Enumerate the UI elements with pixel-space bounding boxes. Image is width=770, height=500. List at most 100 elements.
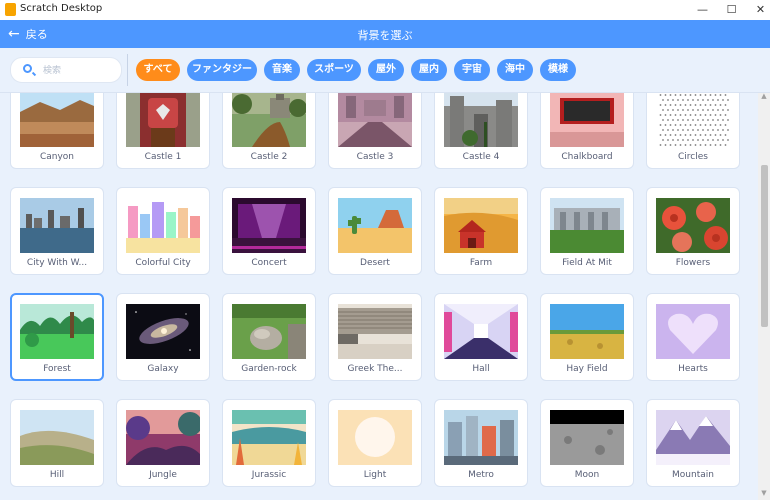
backdrop-name: Forest <box>43 364 71 374</box>
backdrop-card[interactable]: Castle 4 <box>434 93 528 169</box>
tag-3[interactable]: 音楽 <box>264 59 300 81</box>
backdrop-thumbnail <box>338 304 412 359</box>
backdrop-card[interactable]: Hill <box>10 399 104 487</box>
tag-9[interactable]: 模様 <box>540 59 576 81</box>
backdrop-name: Jurassic <box>251 470 287 480</box>
backdrop-name: Hall <box>472 364 490 374</box>
backdrop-card[interactable]: Castle 1 <box>116 93 210 169</box>
backdrop-name: Flowers <box>675 258 711 268</box>
backdrop-thumbnail <box>20 93 94 147</box>
backdrop-thumbnail <box>444 304 518 359</box>
backdrop-name: Hill <box>49 470 65 480</box>
tag-1[interactable]: すべて <box>136 59 180 81</box>
backdrop-card[interactable]: Field At Mit <box>540 187 634 275</box>
backdrop-thumbnail <box>656 410 730 465</box>
backdrop-grid: Canyon Castle 1 Castle 2 Castle 3 Castle 4 Ch… <box>0 93 770 500</box>
backdrop-card[interactable]: Light <box>328 399 422 487</box>
tag-5[interactable]: 屋外 <box>368 59 404 81</box>
tag-8[interactable]: 海中 <box>497 59 533 81</box>
backdrop-card[interactable]: Colorful City <box>116 187 210 275</box>
backdrop-thumbnail <box>232 93 307 147</box>
scroll-up-arrow-icon[interactable]: ▲ <box>758 92 770 102</box>
backdrop-thumbnail <box>232 304 306 359</box>
scratch-app-icon <box>5 3 16 16</box>
backdrop-name: Concert <box>251 258 287 268</box>
backdrop-card[interactable]: Greek The... <box>328 293 422 381</box>
search-box[interactable] <box>10 57 122 83</box>
backdrop-name: Castle 3 <box>356 152 394 162</box>
backdrop-card[interactable]: Flowers <box>646 187 740 275</box>
tag-7[interactable]: 宇宙 <box>454 59 490 81</box>
backdrop-card[interactable]: Circles <box>646 93 740 169</box>
backdrop-thumbnail <box>338 410 412 465</box>
backdrop-name: Mountain <box>672 470 714 480</box>
backdrop-card[interactable]: Concert <box>222 187 316 275</box>
window-titlebar: Scratch Desktop — ☐ ✕ <box>0 0 770 21</box>
search-icon <box>23 64 32 73</box>
backdrop-card[interactable]: Canyon <box>10 93 104 169</box>
backdrop-card[interactable]: Hall <box>434 293 528 381</box>
backdrop-thumbnail <box>338 93 412 147</box>
scroll-down-arrow-icon[interactable]: ▼ <box>758 489 770 499</box>
backdrop-card[interactable]: Metro <box>434 399 528 487</box>
backdrop-card[interactable]: Jurassic <box>222 399 316 487</box>
backdrop-name: Light <box>363 470 387 480</box>
backdrop-thumbnail <box>126 304 200 359</box>
backdrop-card[interactable]: Mountain <box>646 399 740 487</box>
backdrop-thumbnail <box>656 304 730 359</box>
backdrop-thumbnail <box>444 93 518 147</box>
backdrop-card[interactable]: Desert <box>328 187 422 275</box>
backdrop-thumbnail <box>444 410 518 465</box>
scrollbar-thumb[interactable] <box>761 165 768 327</box>
backdrop-card[interactable]: Moon <box>540 399 634 487</box>
backdrop-thumbnail <box>338 198 412 253</box>
backdrop-thumbnail <box>232 198 306 253</box>
filter-bar: すべてファンタジー音楽スポーツ屋外屋内宇宙海中模様 <box>0 48 770 93</box>
window-title: Scratch Desktop <box>20 3 103 14</box>
backdrop-card[interactable]: Garden-rock <box>222 293 316 381</box>
backdrop-thumbnail <box>20 304 94 359</box>
backdrop-name: Field At Mit <box>562 258 612 268</box>
backdrop-name: Desert <box>360 258 390 268</box>
backdrop-name: Canyon <box>39 152 75 162</box>
backdrop-thumbnail <box>656 93 730 147</box>
library-header: ← 戻る 背景を選ぶ <box>0 20 770 48</box>
backdrop-thumbnail <box>550 410 624 465</box>
backdrop-card[interactable]: City With W... <box>10 187 104 275</box>
backdrop-name: Castle 2 <box>250 152 288 162</box>
backdrop-card[interactable]: Chalkboard <box>540 93 634 169</box>
backdrop-thumbnail <box>550 198 624 253</box>
backdrop-thumbnail <box>20 410 94 465</box>
backdrop-name: Garden-rock <box>241 364 297 374</box>
close-window-button[interactable]: ✕ <box>744 0 770 20</box>
backdrop-card[interactable]: Hearts <box>646 293 740 381</box>
backdrop-name: Jungle <box>149 470 177 480</box>
backdrop-thumbnail <box>656 198 730 253</box>
search-input[interactable] <box>41 63 121 79</box>
backdrop-card[interactable]: Castle 2 <box>222 93 316 169</box>
backdrop-thumbnail <box>20 198 94 253</box>
backdrop-thumbnail <box>550 93 624 147</box>
backdrop-card[interactable]: Hay Field <box>540 293 634 381</box>
tag-6[interactable]: 屋内 <box>411 59 447 81</box>
backdrop-thumbnail <box>126 410 202 465</box>
backdrop-card[interactable]: Farm <box>434 187 528 275</box>
backdrop-name: Castle 1 <box>144 152 182 162</box>
backdrop-card[interactable]: Castle 3 <box>328 93 422 169</box>
backdrop-name: City With W... <box>26 258 88 268</box>
backdrop-name: Chalkboard <box>561 152 613 162</box>
backdrop-card[interactable]: Forest <box>10 293 104 381</box>
backdrop-name: Greek The... <box>347 364 403 374</box>
backdrop-thumbnail <box>550 304 624 359</box>
tag-4[interactable]: スポーツ <box>307 59 361 81</box>
backdrop-name: Metro <box>468 470 494 480</box>
backdrop-name: Circles <box>678 152 708 162</box>
filter-divider <box>127 54 128 86</box>
tag-2[interactable]: ファンタジー <box>187 59 257 81</box>
backdrop-card[interactable]: Galaxy <box>116 293 210 381</box>
backdrop-name: Farm <box>469 258 493 268</box>
backdrop-thumbnail <box>232 410 306 465</box>
backdrop-card[interactable]: Jungle <box>116 399 210 487</box>
backdrop-thumbnail <box>444 198 518 253</box>
backdrop-name: Hearts <box>678 364 708 374</box>
